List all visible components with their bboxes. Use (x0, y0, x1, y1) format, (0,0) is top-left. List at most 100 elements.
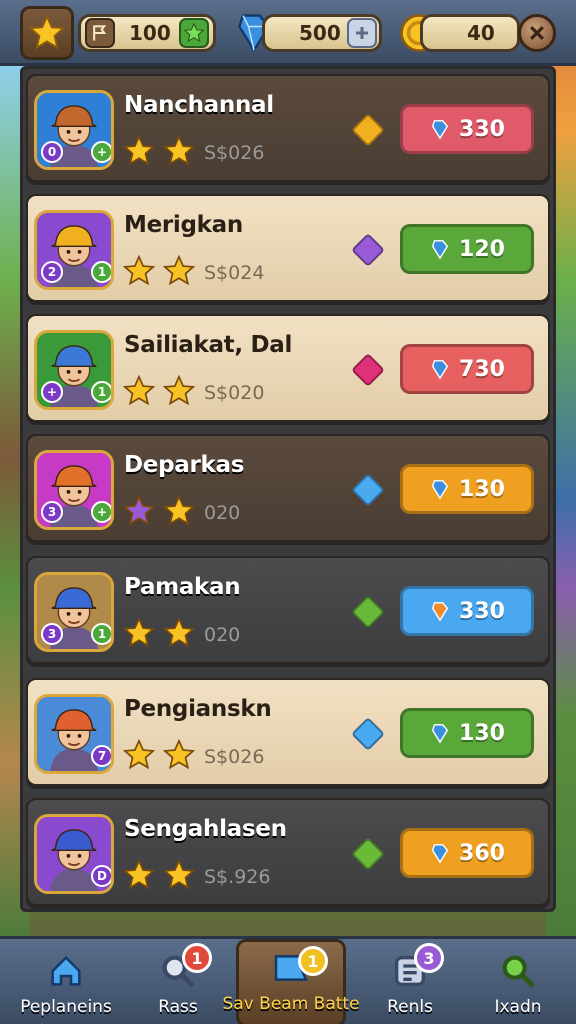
buy-button[interactable]: 360 (400, 828, 534, 878)
nav-item[interactable]: Peplaneins (10, 939, 122, 1024)
coins-value: 40 (467, 21, 495, 45)
buy-value: 120 (459, 236, 505, 262)
gem-cost-icon (431, 360, 449, 380)
buy-button[interactable]: 730 (400, 344, 534, 394)
trophy-value: 100 (129, 21, 171, 45)
gem-cost-icon (431, 724, 449, 744)
character-price: 020 (204, 624, 241, 646)
buy-button[interactable]: 330 (400, 586, 534, 636)
gold-star-icon (122, 374, 156, 406)
character-name: Pengianskn (124, 696, 272, 722)
list-item[interactable]: 3 + Deparkas 020 130 (26, 434, 550, 542)
avatar-badge: + (41, 381, 63, 403)
nav-item[interactable]: 3 Renls (360, 939, 460, 1024)
gold-star-icon (162, 616, 196, 648)
avatar-badge: 1 (91, 261, 111, 283)
gold-star-icon (122, 134, 156, 166)
character-name: Merigkan (124, 212, 243, 238)
gem-cost-icon (431, 480, 449, 500)
character-portrait: 7 (34, 694, 114, 774)
plus-icon (356, 27, 368, 39)
character-portrait: 3 + (34, 450, 114, 530)
gold-star-icon (122, 254, 156, 286)
character-portrait: 0 + (34, 90, 114, 170)
buy-button[interactable]: 130 (400, 464, 534, 514)
character-name: Pamakan (124, 574, 241, 600)
nav-label: Ixadn (494, 997, 542, 1017)
character-name: Sengahlasen (124, 816, 287, 842)
buy-button[interactable]: 130 (400, 708, 534, 758)
character-portrait: D (34, 814, 114, 894)
diamond-icon (351, 595, 385, 629)
rating-stars (122, 134, 196, 168)
character-portrait: 21 (34, 210, 114, 290)
close-button[interactable] (518, 14, 556, 52)
diamond-icon (351, 113, 385, 147)
notification-badge: 1 (298, 946, 328, 976)
avatar-badge: 7 (91, 745, 111, 767)
nav-item[interactable]: 1 Rass (130, 939, 226, 1024)
add-star-button[interactable] (179, 18, 209, 48)
avatar-badge: 3 (41, 623, 63, 645)
flag-icon (85, 18, 115, 48)
character-price: S$.926 (204, 866, 271, 888)
avatar-badge: 2 (41, 261, 63, 283)
search-icon (496, 949, 540, 993)
buy-value: 330 (459, 598, 505, 624)
gem-cost-icon (431, 120, 449, 140)
buy-value: 130 (459, 720, 505, 746)
add-gems-button[interactable] (347, 18, 377, 48)
rating-stars (122, 374, 196, 408)
rating-stars (122, 616, 196, 650)
list-item[interactable]: 0 + Nanchannal S$026 330 (26, 74, 550, 182)
list-item[interactable]: +1 Sailiakat, Dal S$020 730 (26, 314, 550, 422)
gold-star-icon (162, 494, 196, 526)
star-icon (27, 13, 67, 50)
nav-label: Renls (387, 997, 433, 1017)
buy-button[interactable]: 330 (400, 104, 534, 154)
character-price: S$020 (204, 382, 265, 404)
list-item[interactable]: 21 Merigkan S$024 120 (26, 194, 550, 302)
avatar-badge: D (91, 865, 111, 887)
nav-label: Peplaneins (20, 997, 112, 1017)
character-price: 020 (204, 502, 241, 524)
gold-star-icon (162, 254, 196, 286)
nav-item[interactable]: Ixadn (470, 939, 566, 1024)
diamond-icon (351, 233, 385, 267)
nav-label: Rass (158, 997, 198, 1017)
rating-stars (122, 494, 196, 528)
gold-star-icon (162, 134, 196, 166)
diamond-icon (351, 473, 385, 507)
character-name: Nanchannal (124, 92, 274, 118)
character-name: Sailiakat, Dal (124, 332, 293, 358)
diamond-icon (351, 353, 385, 387)
rating-stars (122, 254, 196, 288)
nav-item[interactable]: 1 Sav Beam Batte (222, 939, 360, 1024)
gold-star-icon (162, 858, 196, 890)
home-icon (44, 949, 88, 993)
rating-stars (122, 738, 196, 772)
gem-cost-icon (431, 602, 449, 622)
character-price: S$024 (204, 262, 265, 284)
gems-resource: 500 (262, 14, 382, 52)
list-item[interactable]: D Sengahlasen S$.926 360 (26, 798, 550, 906)
diamond-icon (351, 837, 385, 871)
notification-badge: 1 (182, 943, 212, 973)
avatar-badge: + (91, 501, 111, 523)
buy-value: 330 (459, 116, 505, 142)
diamond-icon (351, 717, 385, 751)
gem-cost-icon (431, 240, 449, 260)
coins-resource: 40 (420, 14, 520, 52)
gold-star-icon (162, 738, 196, 770)
star-menu-button[interactable] (20, 6, 74, 60)
character-price: S$026 (204, 746, 265, 768)
gems-value: 500 (299, 21, 341, 45)
top-resource-bar: 100 500 40 (0, 0, 576, 66)
buy-value: 730 (459, 356, 505, 382)
list-item[interactable]: 7 Pengianskn S$026 130 (26, 678, 550, 786)
gold-star-icon (122, 616, 156, 648)
list-item[interactable]: 31 Pamakan 020 330 (26, 556, 550, 664)
bottom-navigation: Peplaneins 1 Rass 1 Sav Beam Batte 3 Ren… (0, 936, 576, 1024)
avatar-badge: + (91, 141, 111, 163)
buy-button[interactable]: 120 (400, 224, 534, 274)
